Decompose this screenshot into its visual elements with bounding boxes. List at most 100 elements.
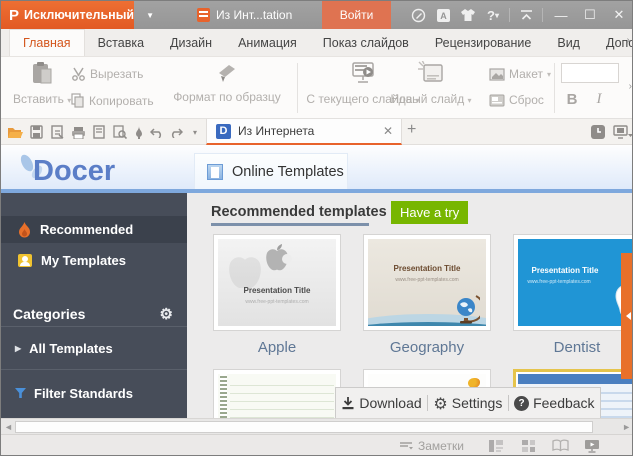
tab-slideshow[interactable]: Показ слайдов [310,29,422,56]
feedback-bubble-icon: ? [514,396,529,411]
collapse-ribbon-icon[interactable] [517,6,535,24]
italic-button[interactable]: I [589,91,609,108]
new-tab-button[interactable]: + [407,121,416,139]
docer-d-icon: D [216,124,231,139]
pen-tool-icon[interactable] [409,6,427,24]
titlebar-document-tab[interactable]: Из Инт...tation [197,1,292,29]
reset-button[interactable]: Сброс [489,93,544,107]
open-file-icon[interactable] [6,123,24,141]
titlebar-separator [509,8,510,22]
minimize-button[interactable]: — [550,8,572,23]
template-name[interactable]: Apple [213,339,341,356]
tab-insert[interactable]: Вставка [85,29,157,56]
view-switch-icon[interactable] [612,123,633,141]
font-name-input[interactable] [561,63,619,83]
globe-icon [454,294,480,324]
close-button[interactable]: ✕ [608,7,630,23]
app-menu-label: Исключительный [24,8,134,22]
template-name[interactable]: Geography [363,339,491,356]
section-heading: Recommended templates [211,204,387,220]
spellcheck-icon[interactable]: A [434,6,452,24]
spiral-binding [220,374,227,418]
docer-sidebar: Recommended My Templates Categories ⚙ ▶ … [1,193,187,418]
slideshow-view-icon[interactable] [584,439,600,456]
tab-home[interactable]: Главная [9,29,85,56]
sidebar-item-my-templates[interactable]: My Templates [1,247,187,274]
reading-view-icon[interactable] [552,439,569,456]
chevron-down-icon[interactable]: ▼ [142,9,158,22]
online-templates-tab[interactable]: Online Templates [194,153,348,189]
svg-text:A: A [440,11,447,21]
horizontal-scrollbar[interactable]: ◄ ► [1,418,633,434]
login-button[interactable]: Войти [322,1,391,29]
export-pdf-icon[interactable] [48,123,66,141]
tabs-overflow-arrow[interactable]: › [627,35,630,46]
tab-close-icon[interactable]: ✕ [383,124,393,138]
sidebar-filter-standards[interactable]: Filter Standards [1,380,187,406]
cut-button[interactable]: Вырезать [71,67,143,81]
feedback-button[interactable]: ? Feedback [514,395,594,411]
find-icon[interactable] [111,123,129,141]
presentation-file-icon [197,8,210,22]
format-painter-button[interactable]: Формат по образцу [163,63,291,104]
paste-button[interactable]: Вставить ▾ [13,61,71,106]
notes-toggle[interactable]: Заметки [399,439,464,453]
print-preview-icon[interactable] [90,123,108,141]
normal-view-icon[interactable] [488,439,504,456]
toolbar-options-caret[interactable]: ▾ [186,123,204,141]
svg-text:Docer: Docer [33,155,115,187]
ribbon-separator [297,63,298,113]
toolbar-separator [508,395,509,411]
new-slide-button[interactable]: Новый слайд ▾ [389,61,473,106]
settings-button[interactable]: ⚙ Settings [433,394,502,413]
ruled-lines [230,378,334,418]
skin-tshirt-icon[interactable] [459,6,477,24]
help-button[interactable]: ?▾ [484,6,502,24]
scroll-left-arrow[interactable]: ◄ [4,422,13,432]
titlebar: P Исключительный ▼ Из Инт...tation Войти… [1,1,633,29]
print-icon[interactable] [69,123,87,141]
side-panel-handle[interactable] [621,253,633,379]
maximize-button[interactable]: ☐ [579,7,601,23]
my-templates-icon [18,254,32,267]
template-card-dentist[interactable]: Presentation Title www.free-ppt-template… [513,234,633,331]
application-window: P Исключительный ▼ Из Инт...tation Войти… [0,0,633,456]
copy-button[interactable]: Копировать [71,93,154,108]
templates-panel: Recommended templates Have a try Present… [187,193,633,418]
sidebar-item-recommended[interactable]: Recommended [1,216,187,243]
bold-button[interactable]: B [562,91,582,108]
document-tab-active[interactable]: D Из Интернета ✕ [206,119,402,145]
scrollbar-thumb[interactable] [15,421,593,433]
template-card-apple[interactable]: Presentation Title www.free-ppt-template… [213,234,341,331]
scroll-right-arrow[interactable]: ► [622,422,631,432]
heading-underline [211,223,369,226]
panel-toolbar: Download ⚙ Settings ? Feedback [335,387,601,418]
have-a-try-button[interactable]: Have a try [391,201,468,224]
tab-design[interactable]: Дизайн [157,29,225,56]
sidebar-item-all-templates[interactable]: ▶ All Templates [1,335,187,361]
gear-icon[interactable]: ⚙ [160,305,173,323]
layout-button[interactable]: Макет▾ [489,67,551,81]
notes-lines-icon [399,441,413,451]
history-clock-icon[interactable] [589,123,607,141]
template-card-geography[interactable]: Presentation Title www.free-ppt-template… [363,234,491,331]
sidebar-categories-header: Categories ⚙ [1,302,187,326]
titlebar-separator [542,8,543,22]
app-menu-button[interactable]: P Исключительный ▼ [1,1,134,29]
undo-icon[interactable] [148,123,166,141]
slide-sorter-icon[interactable] [521,439,536,456]
ribbon-expand-arrow[interactable]: › [629,81,632,92]
save-icon[interactable] [27,123,45,141]
redo-icon[interactable] [166,123,184,141]
tab-view[interactable]: Вид [544,29,593,56]
download-button[interactable]: Download [341,395,421,411]
tab-review[interactable]: Рецензирование [422,29,545,56]
tab-animation[interactable]: Анимация [225,29,310,56]
format-brush-icon[interactable] [130,123,148,141]
document-tab-label: Из Интернета [238,124,314,138]
titlebar-icons: A ?▾ — ☐ ✕ [409,1,630,29]
ribbon-separator [554,63,555,113]
template-name[interactable]: Dentist [513,339,633,356]
online-templates-label: Online Templates [232,164,344,180]
template-card-notebook[interactable] [213,369,341,418]
